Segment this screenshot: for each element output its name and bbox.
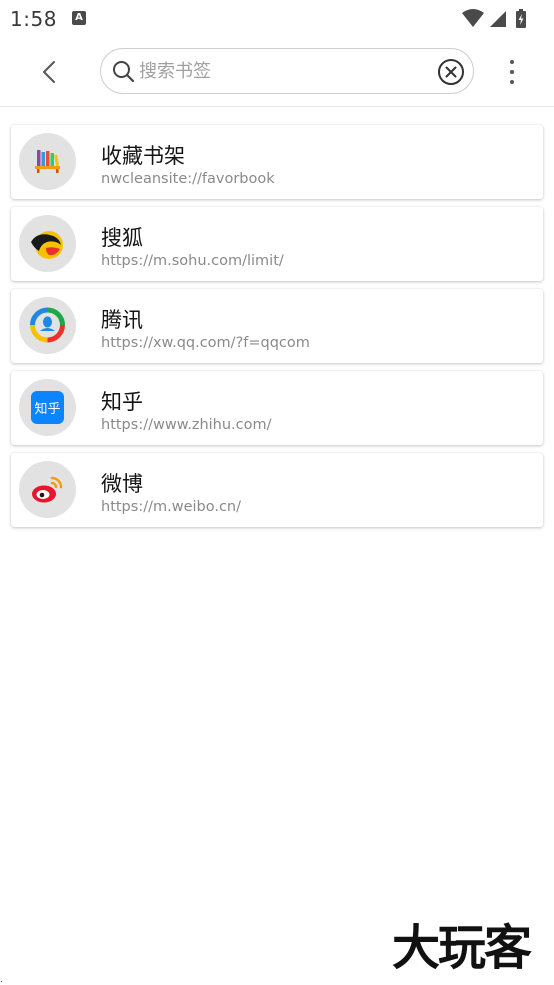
bookmark-icon-container: [19, 297, 76, 354]
tencent-icon: [30, 307, 65, 343]
status-icons: [462, 9, 526, 28]
bookmark-list: 收藏书架 nwcleansite://favorbook 搜狐 https://…: [11, 125, 543, 535]
bookmark-url: https://www.zhihu.com/: [101, 417, 272, 433]
more-options-icon[interactable]: [498, 55, 526, 89]
status-time: 1:58: [10, 7, 57, 31]
battery-icon: [516, 9, 526, 28]
bookmark-url: nwcleansite://favorbook: [101, 171, 275, 187]
bookmark-icon-container: [19, 461, 76, 518]
status-bar: 1:58 A: [0, 0, 554, 40]
bookmark-title: 搜狐: [101, 226, 143, 250]
bookmark-item-weibo[interactable]: 微博 https://m.weibo.cn/: [11, 453, 543, 527]
notification-icon: A: [72, 11, 86, 25]
bookmark-item-favorbook[interactable]: 收藏书架 nwcleansite://favorbook: [11, 125, 543, 199]
signal-icon: [490, 11, 506, 27]
watermark-logo: 大玩客: [392, 920, 534, 976]
bookmark-title: 腾讯: [101, 308, 143, 332]
zhihu-icon: 知乎: [31, 391, 64, 424]
bookmark-item-sohu[interactable]: 搜狐 https://m.sohu.com/limit/: [11, 207, 543, 281]
bookmark-url: https://xw.qq.com/?f=qqcom: [101, 335, 310, 351]
bookmark-url: https://m.sohu.com/limit/: [101, 253, 284, 269]
zhihu-icon-text: 知乎: [34, 401, 60, 417]
sohu-icon: [31, 231, 63, 259]
bookshelf-icon: [35, 150, 60, 173]
bookmark-icon-container: [19, 215, 76, 272]
bookmark-title: 收藏书架: [101, 144, 185, 168]
corner-mark: .: [0, 975, 3, 984]
search-input[interactable]: [139, 57, 429, 85]
toolbar: [0, 40, 554, 107]
watermark-text: 大玩客: [392, 920, 532, 976]
bookmark-item-tencent[interactable]: 腾讯 https://xw.qq.com/?f=qqcom: [11, 289, 543, 363]
back-icon[interactable]: [34, 56, 66, 88]
search-box[interactable]: [100, 48, 474, 94]
weibo-icon: [32, 476, 63, 503]
bookmark-icon-container: [19, 133, 76, 190]
search-icon: [113, 61, 135, 83]
bookmark-url: https://m.weibo.cn/: [101, 499, 241, 515]
bookmark-title: 微博: [101, 472, 143, 496]
wifi-icon: [462, 9, 484, 27]
bookmark-title: 知乎: [101, 390, 143, 414]
clear-search-icon[interactable]: [437, 58, 465, 86]
bookmark-icon-container: 知乎: [19, 379, 76, 436]
bookmark-item-zhihu[interactable]: 知乎 知乎 https://www.zhihu.com/: [11, 371, 543, 445]
